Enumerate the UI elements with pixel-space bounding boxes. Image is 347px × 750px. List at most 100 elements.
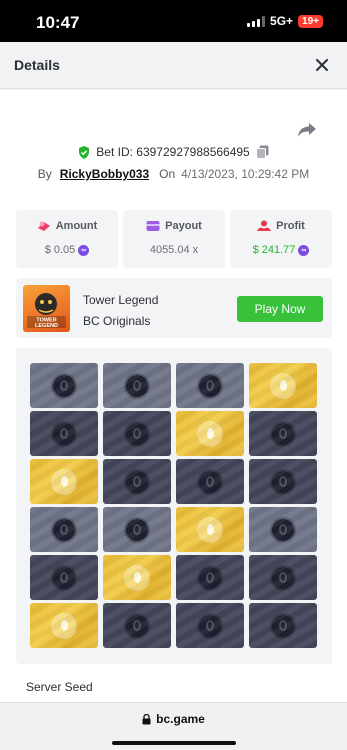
status-indicators: 5G+ 19+ <box>247 14 323 28</box>
page-title: Details <box>14 57 60 73</box>
bet-meta-row: By RickyBobby033 On 4/13/2023, 10:29:42 … <box>0 167 347 181</box>
profit-card: Profit $ 241.77 ∞ <box>230 210 332 268</box>
coin-slot-icon <box>199 470 221 493</box>
tile-gold[interactable] <box>30 603 98 648</box>
game-thumbnail[interactable]: TOWER LEGEND <box>23 285 70 332</box>
copy-icon[interactable] <box>255 145 269 159</box>
profit-icon <box>257 220 272 231</box>
coin-slot-icon <box>199 566 221 589</box>
tile-dark[interactable] <box>30 411 98 456</box>
amount-value-row: $ 0.05 ∞ <box>16 244 118 256</box>
bet-id-row: Bet ID: 63972927988566495 <box>0 145 347 159</box>
gem-icon <box>199 422 221 445</box>
tile-light[interactable] <box>30 507 98 552</box>
game-provider: BC Originals <box>83 314 151 328</box>
status-bar: 10:47 5G+ 19+ <box>0 0 347 42</box>
coin-slot-icon <box>199 614 221 637</box>
coin-slot-icon <box>53 566 75 589</box>
details-header: Details <box>0 42 347 89</box>
home-indicator[interactable] <box>112 741 236 745</box>
coin-icon: ∞ <box>78 244 90 256</box>
battery-icon: 19+ <box>298 14 323 28</box>
by-label: By <box>37 167 52 181</box>
coin-slot-icon <box>272 422 294 445</box>
amount-label: Amount <box>55 220 98 232</box>
gem-icon <box>199 518 221 541</box>
url-text: bc.game <box>156 712 205 726</box>
details-content: Bet ID: 63972927988566495 By RickyBobby0… <box>0 90 347 702</box>
close-button[interactable] <box>311 54 333 76</box>
payout-icon <box>146 221 160 231</box>
tile-gold[interactable] <box>103 555 171 600</box>
server-seed-label[interactable]: Server Seed <box>26 680 93 694</box>
svg-text:LEGEND: LEGEND <box>35 323 58 329</box>
gem-icon <box>53 470 75 493</box>
tile-light[interactable] <box>249 507 317 552</box>
profit-label: Profit <box>276 220 305 232</box>
tile-dark[interactable] <box>176 555 244 600</box>
tile-gold[interactable] <box>176 411 244 456</box>
gem-icon <box>126 566 148 589</box>
url-bar[interactable]: bc.game <box>0 712 347 726</box>
coin-slot-icon <box>199 374 221 397</box>
coin-slot-icon <box>53 422 75 445</box>
status-time: 10:47 <box>36 13 80 32</box>
coin-icon: ∞ <box>298 244 310 256</box>
coin-slot-icon <box>272 614 294 637</box>
coin-slot-icon <box>272 518 294 541</box>
game-bar: TOWER LEGEND Tower Legend BC Originals P… <box>16 278 332 338</box>
tile-light[interactable] <box>103 507 171 552</box>
coin-slot-icon <box>53 518 75 541</box>
verified-shield-icon <box>79 145 90 159</box>
bet-date: 4/13/2023, 10:29:42 PM <box>181 167 310 181</box>
game-board <box>16 348 332 664</box>
tile-gold[interactable] <box>176 507 244 552</box>
coin-slot-icon <box>126 374 148 397</box>
coin-slot-icon <box>53 374 75 397</box>
payout-value-row: 4055.04 x <box>123 244 225 256</box>
tile-dark[interactable] <box>176 459 244 504</box>
coin-slot-icon <box>272 566 294 589</box>
amount-card: Amount $ 0.05 ∞ <box>16 210 118 268</box>
tile-light[interactable] <box>103 363 171 408</box>
close-icon <box>316 59 328 71</box>
tile-gold[interactable] <box>30 459 98 504</box>
payout-value: 4055.04 x <box>149 244 199 256</box>
signal-icon <box>247 15 266 27</box>
bet-id: Bet ID: 63972927988566495 <box>96 145 250 159</box>
game-name[interactable]: Tower Legend <box>83 293 158 307</box>
tile-dark[interactable] <box>103 603 171 648</box>
username-link[interactable]: RickyBobby033 <box>60 167 149 181</box>
tile-dark[interactable] <box>103 459 171 504</box>
lock-icon <box>142 713 151 724</box>
play-now-button[interactable]: Play Now <box>237 296 323 322</box>
tile-dark[interactable] <box>30 555 98 600</box>
tile-light[interactable] <box>30 363 98 408</box>
tile-gold[interactable] <box>249 363 317 408</box>
amount-label-row: Amount <box>16 220 118 232</box>
gem-icon <box>53 614 75 637</box>
tile-dark[interactable] <box>103 411 171 456</box>
tile-dark[interactable] <box>249 411 317 456</box>
tile-dark[interactable] <box>176 603 244 648</box>
payout-label: Payout <box>165 220 202 232</box>
coin-slot-icon <box>126 422 148 445</box>
tower-legend-logo: TOWER LEGEND <box>27 293 66 329</box>
tile-light[interactable] <box>176 363 244 408</box>
profit-value-row: $ 241.77 ∞ <box>230 244 332 256</box>
tile-dark[interactable] <box>249 603 317 648</box>
on-label: On <box>159 167 176 181</box>
coin-slot-icon <box>126 518 148 541</box>
share-icon[interactable] <box>297 122 317 138</box>
browser-bar: bc.game <box>0 702 347 750</box>
amount-value: $ 0.05 <box>44 244 76 256</box>
bet-stats: Amount $ 0.05 ∞ Payout 4055.04 x Profit … <box>16 210 332 268</box>
tile-dark[interactable] <box>249 555 317 600</box>
network-label: 5G+ <box>270 14 294 28</box>
tile-dark[interactable] <box>249 459 317 504</box>
coin-slot-icon <box>126 614 148 637</box>
coin-slot-icon <box>272 470 294 493</box>
payout-card: Payout 4055.04 x <box>123 210 225 268</box>
amount-icon <box>37 221 50 231</box>
payout-label-row: Payout <box>123 220 225 232</box>
